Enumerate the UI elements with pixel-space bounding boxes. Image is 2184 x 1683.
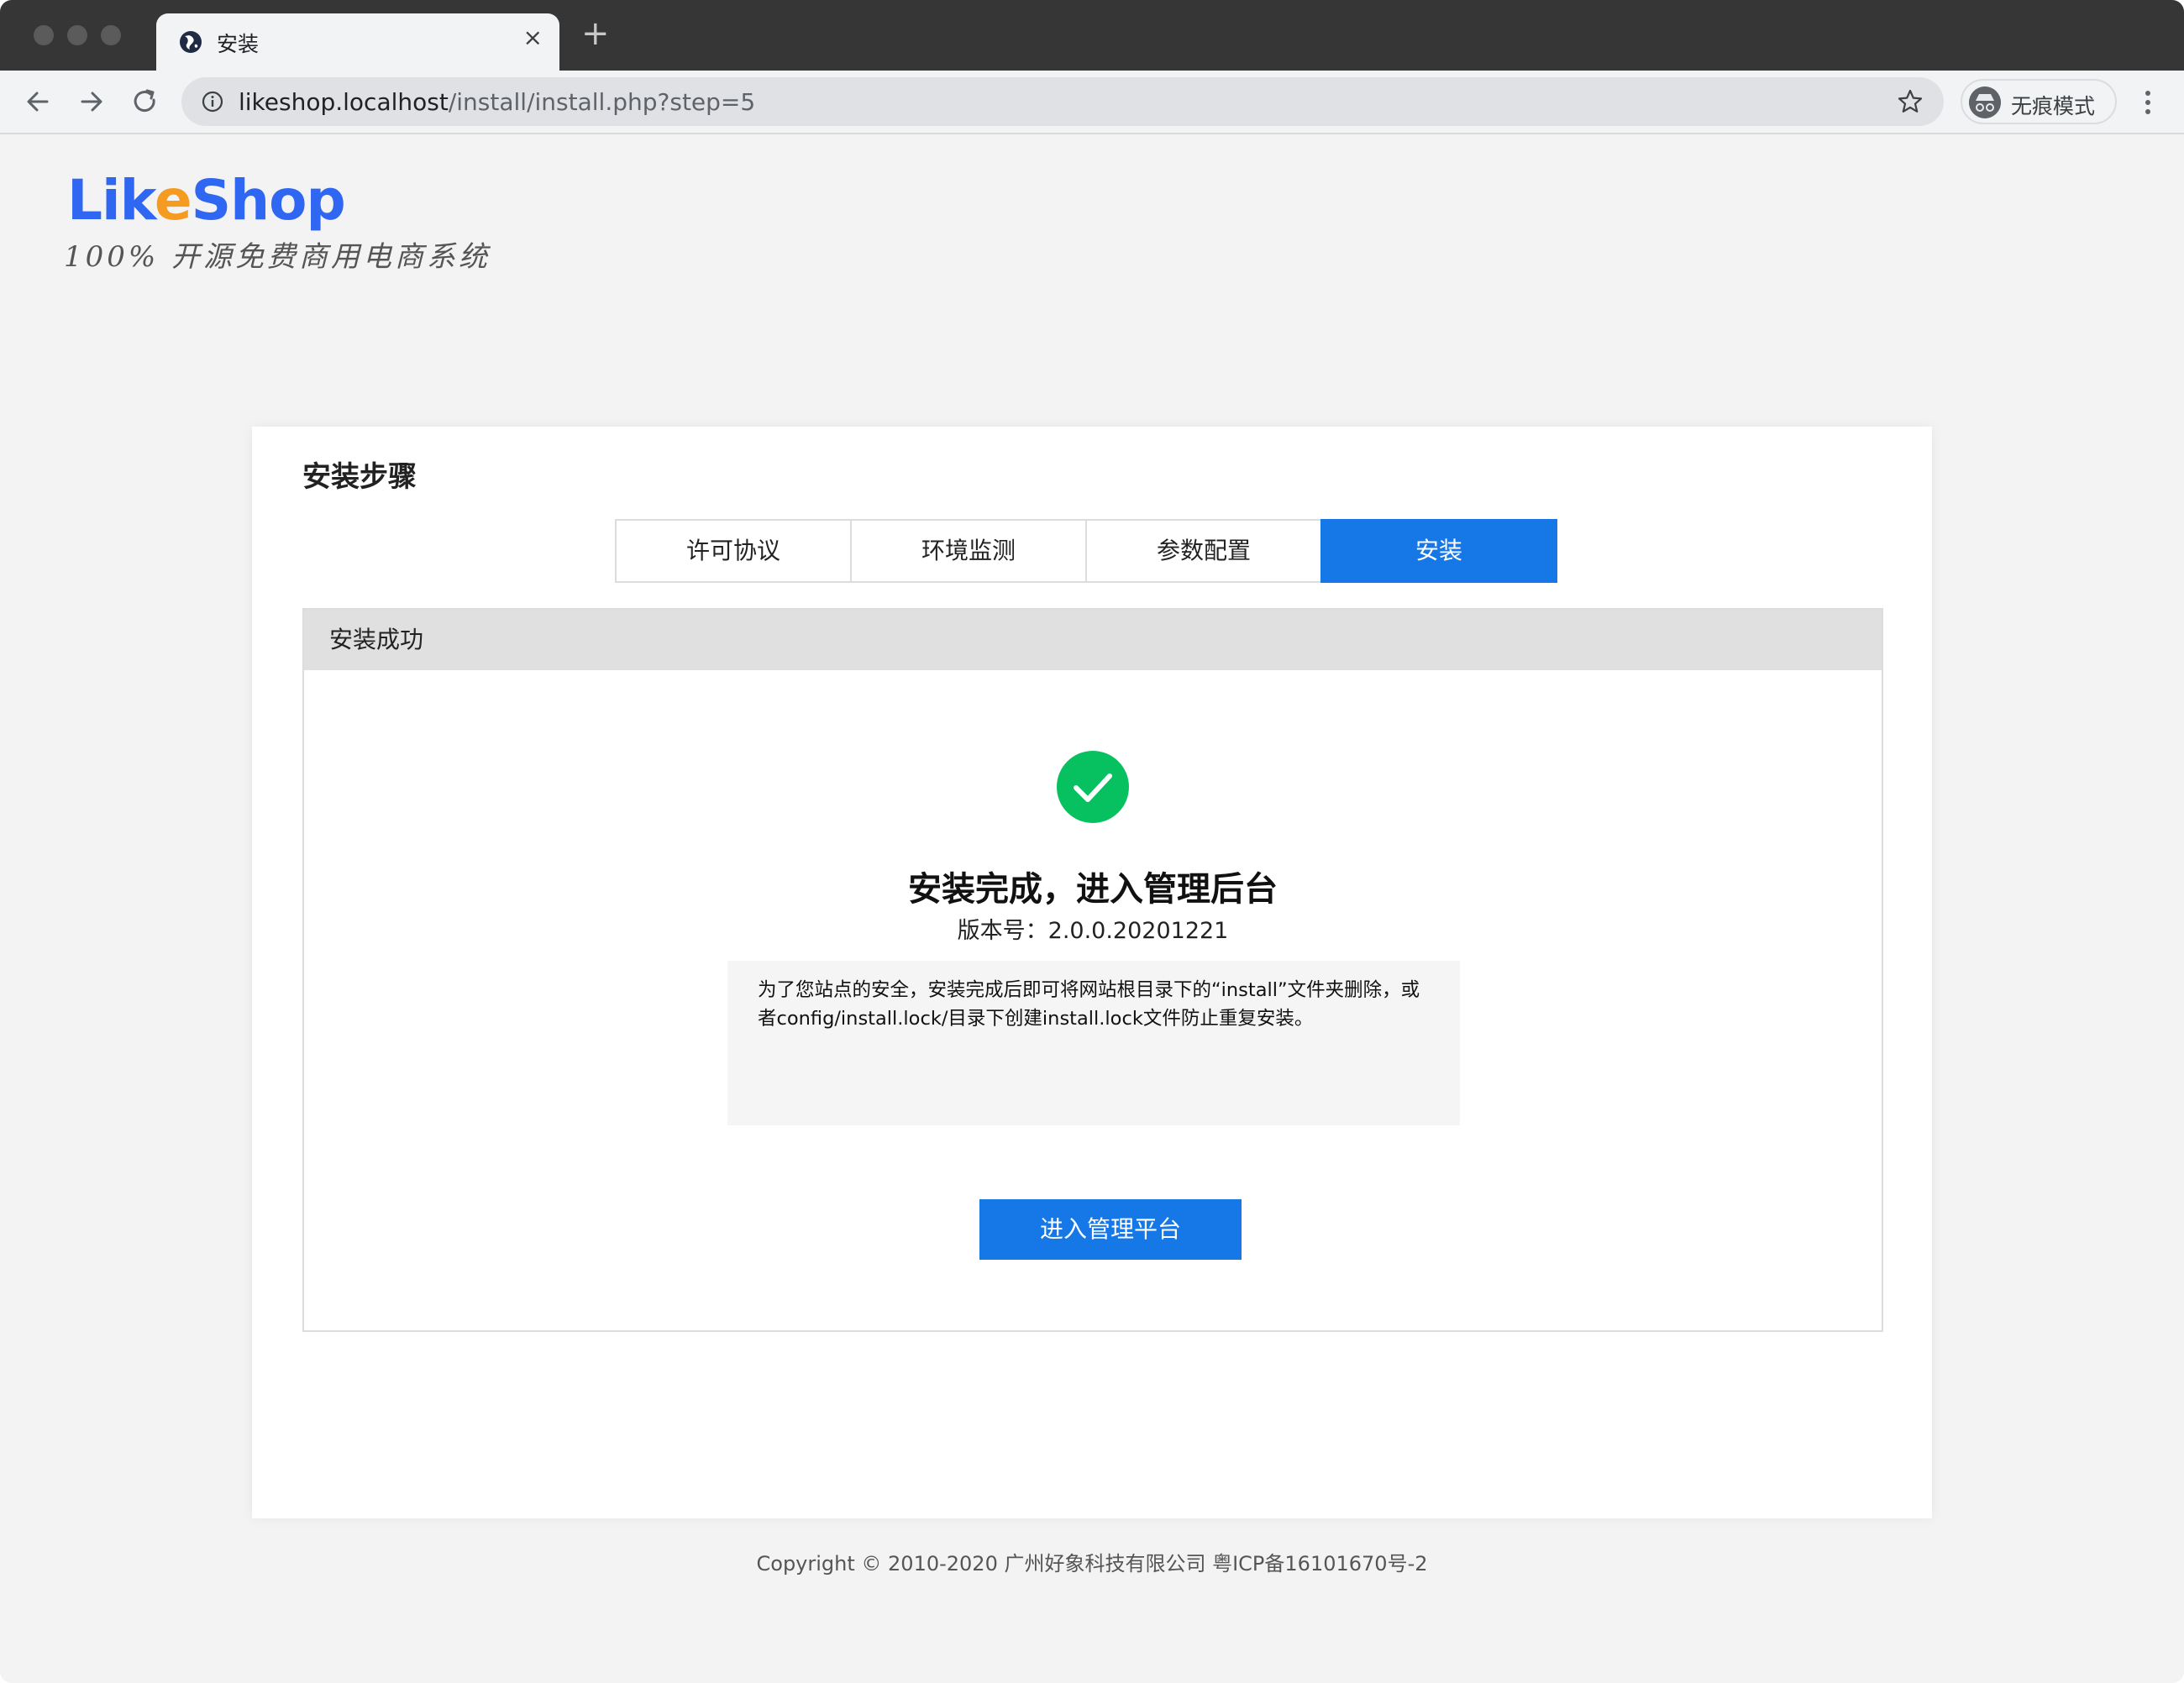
globe-icon [180, 31, 202, 53]
url-text: likeshop.localhost/install/install.php?s… [239, 88, 755, 116]
security-notice: 为了您站点的安全，安装完成后即可将网站根目录下的“install”文件夹删除，或… [727, 961, 1460, 1125]
incognito-badge[interactable]: 无痕模式 [1961, 79, 2117, 124]
tab-close-icon[interactable]: × [523, 24, 543, 51]
version-text: 版本号：2.0.0.20201221 [957, 918, 1229, 944]
check-circle-icon [1057, 751, 1129, 823]
reload-icon[interactable] [129, 86, 161, 118]
active-tab[interactable]: 安装 × [156, 13, 559, 71]
panel-title: 安装成功 [304, 610, 1882, 670]
incognito-icon [1969, 87, 2001, 118]
page-content: LikeShop 100% 开源免费商用电商系统 安装步骤 许可协议 环境监测 … [0, 134, 2184, 1683]
more-vert-icon[interactable] [2137, 87, 2159, 118]
install-steps-nav: 许可协议 环境监测 参数配置 安装 [615, 519, 1557, 583]
tab-title: 安装 [217, 32, 260, 56]
install-card: 安装步骤 许可协议 环境监测 参数配置 安装 安装成功 安装完成，进入管理后台 … [252, 427, 1932, 1518]
arrow-right-icon[interactable] [76, 86, 108, 118]
incognito-label: 无痕模式 [2011, 94, 2096, 118]
brand-tagline: 100% 开源免费商用电商系统 [64, 240, 491, 274]
tab-environment-check[interactable]: 环境监测 [850, 519, 1087, 583]
close-window-button[interactable] [34, 25, 54, 45]
complete-heading: 安装完成，进入管理后台 [908, 870, 1278, 909]
minimize-window-button[interactable] [67, 25, 87, 45]
arrow-left-icon[interactable] [22, 86, 54, 118]
tab-strip: 安装 × + [0, 0, 2184, 71]
enter-admin-button[interactable]: 进入管理平台 [979, 1199, 1242, 1260]
install-result-panel: 安装成功 安装完成，进入管理后台 版本号：2.0.0.20201221 为了您站… [302, 608, 1883, 1332]
footer-copyright: Copyright © 2010-2020 广州好象科技有限公司 粤ICP备16… [756, 1552, 1428, 1576]
tab-license[interactable]: 许可协议 [615, 519, 852, 583]
tab-install[interactable]: 安装 [1320, 519, 1557, 583]
info-icon[interactable] [202, 91, 223, 113]
install-steps-title: 安装步骤 [302, 460, 417, 494]
logo-text-shop: Shop [191, 168, 346, 233]
likeshop-logo: LikeShop [67, 168, 346, 233]
logo-text-lik: Lik [67, 168, 155, 233]
star-icon[interactable] [1897, 88, 1924, 115]
logo-text-e: e [154, 168, 192, 233]
url-host: likeshop.localhost [239, 88, 449, 116]
tab-parameter-config[interactable]: 参数配置 [1085, 519, 1322, 583]
url-path: /install/install.php?step=5 [448, 88, 756, 116]
address-bar[interactable]: likeshop.localhost/install/install.php?s… [181, 77, 1944, 126]
browser-toolbar: likeshop.localhost/install/install.php?s… [0, 71, 2184, 134]
zoom-window-button[interactable] [101, 25, 121, 45]
new-tab-button[interactable]: + [581, 17, 610, 50]
browser-window: 安装 × + likeshop.localhost/install/instal… [0, 0, 2184, 1683]
